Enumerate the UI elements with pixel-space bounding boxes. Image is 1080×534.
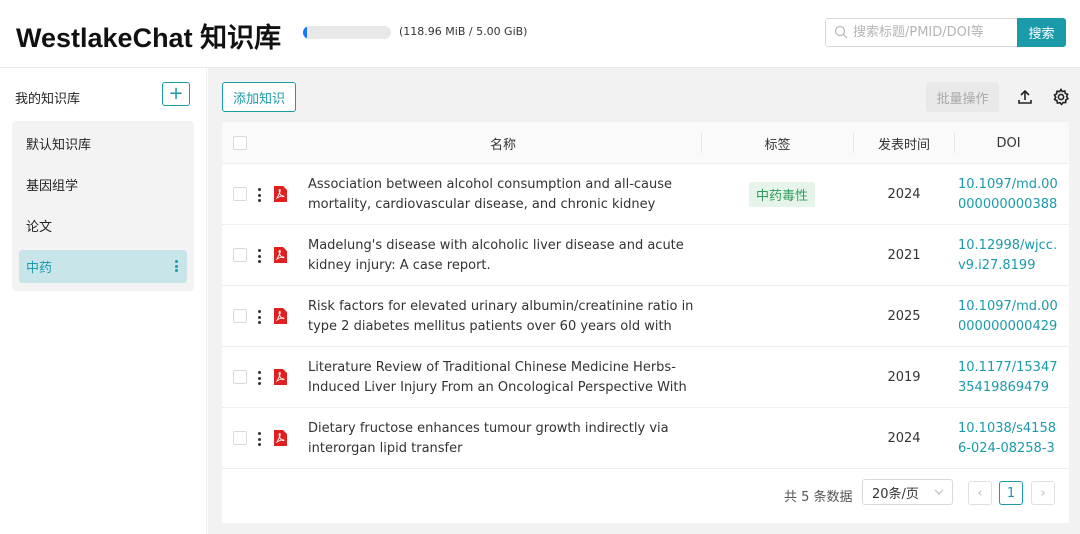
storage-progress-fill bbox=[303, 26, 307, 39]
row-checkbox[interactable] bbox=[233, 187, 247, 201]
row-year: 2024 bbox=[887, 187, 921, 202]
table-row[interactable]: Association between alcohol consumption … bbox=[222, 164, 1069, 225]
main-content: 添加知识 批量操作 名称 标签 发表时间 DOI Association bet… bbox=[208, 68, 1080, 534]
row-doi-link[interactable]: 10.1177/1534735419869479 bbox=[958, 358, 1062, 398]
pdf-icon bbox=[274, 430, 287, 446]
row-checkbox[interactable] bbox=[233, 431, 247, 445]
row-title[interactable]: Association between alcohol consumption … bbox=[308, 175, 698, 215]
row-title[interactable]: Literature Review of Traditional Chinese… bbox=[308, 358, 698, 398]
more-vertical-icon[interactable] bbox=[257, 188, 261, 202]
sidebar-item-papers[interactable]: 论文 bbox=[19, 209, 187, 242]
page-number-button[interactable]: 1 bbox=[999, 481, 1023, 505]
page-size-value: 20条/页 bbox=[872, 486, 919, 502]
add-knowledge-base-button[interactable]: + bbox=[162, 82, 190, 106]
select-all-checkbox[interactable] bbox=[233, 136, 247, 150]
sidebar-item-default[interactable]: 默认知识库 bbox=[19, 127, 187, 160]
sidebar-item-label: 基因组学 bbox=[26, 179, 79, 194]
search-box[interactable] bbox=[825, 18, 1018, 47]
more-vertical-icon[interactable] bbox=[174, 258, 178, 274]
gear-icon[interactable] bbox=[1051, 87, 1071, 107]
pdf-icon bbox=[274, 308, 287, 324]
sidebar-title: 我的知识库 bbox=[15, 92, 81, 107]
sidebar-item-label: 默认知识库 bbox=[26, 138, 92, 153]
pagination: 共 5 条数据 20条/页 ‹ 1 › bbox=[222, 478, 1069, 510]
column-header-date: 发表时间 bbox=[877, 137, 930, 153]
more-vertical-icon[interactable] bbox=[257, 432, 261, 446]
total-count-text: 共 5 条数据 bbox=[784, 490, 853, 505]
more-vertical-icon[interactable] bbox=[257, 310, 261, 324]
column-header-doi: DOI bbox=[996, 135, 1021, 151]
column-header-name: 名称 bbox=[489, 137, 516, 153]
search-input[interactable] bbox=[853, 22, 1013, 43]
row-doi-link[interactable]: 10.1097/md.0000000000042982 bbox=[958, 297, 1062, 337]
knowledge-table: 名称 标签 发表时间 DOI Association between alcoh… bbox=[222, 122, 1069, 523]
row-year: 2019 bbox=[887, 370, 921, 385]
storage-usage-text: (118.96 MiB / 5.00 GiB) bbox=[399, 25, 528, 38]
sidebar-item-tcm[interactable]: 中药 bbox=[19, 250, 187, 283]
search-icon bbox=[834, 25, 848, 39]
select-all-checkbox-cell bbox=[233, 122, 247, 164]
page-size-select[interactable]: 20条/页 bbox=[862, 479, 953, 505]
table-row[interactable]: Literature Review of Traditional Chinese… bbox=[222, 347, 1069, 408]
row-checkbox[interactable] bbox=[233, 309, 247, 323]
batch-operation-button[interactable]: 批量操作 bbox=[926, 82, 999, 112]
row-year: 2024 bbox=[887, 431, 921, 446]
row-title[interactable]: Madelung's disease with alcoholic liver … bbox=[308, 236, 698, 276]
row-doi-link[interactable]: 10.1038/s41586-024-08258-3 bbox=[958, 419, 1062, 459]
pdf-icon bbox=[274, 369, 287, 385]
chevron-down-icon bbox=[934, 489, 944, 495]
table-header: 名称 标签 发表时间 DOI bbox=[222, 122, 1069, 164]
row-tag: 中药毒性 bbox=[749, 182, 816, 207]
sidebar: 我的知识库 + 默认知识库 基因组学 论文 中药 bbox=[0, 68, 207, 534]
row-doi-link[interactable]: 10.1097/md.0000000000038857 bbox=[958, 175, 1062, 215]
app-title: WestlakeChat 知识库 bbox=[16, 23, 282, 53]
row-title[interactable]: Dietary fructose enhances tumour growth … bbox=[308, 419, 698, 459]
search-button[interactable]: 搜索 bbox=[1017, 18, 1066, 47]
next-page-button[interactable]: › bbox=[1031, 481, 1055, 505]
pdf-icon bbox=[274, 247, 287, 263]
table-row[interactable]: Risk factors for elevated urinary albumi… bbox=[222, 286, 1069, 347]
sidebar-item-label: 论文 bbox=[26, 220, 53, 235]
sidebar-item-label: 中药 bbox=[26, 261, 53, 276]
header: WestlakeChat 知识库 (118.96 MiB / 5.00 GiB)… bbox=[0, 0, 1080, 68]
sidebar-item-genomics[interactable]: 基因组学 bbox=[19, 168, 187, 201]
row-year: 2025 bbox=[887, 309, 921, 324]
pdf-icon bbox=[274, 186, 287, 202]
prev-page-button[interactable]: ‹ bbox=[968, 481, 992, 505]
knowledge-base-list: 默认知识库 基因组学 论文 中药 bbox=[12, 121, 194, 291]
row-title[interactable]: Risk factors for elevated urinary albumi… bbox=[308, 297, 698, 337]
row-doi-link[interactable]: 10.12998/wjcc.v9.i27.8199 bbox=[958, 236, 1062, 276]
table-row[interactable]: Madelung's disease with alcoholic liver … bbox=[222, 225, 1069, 286]
upload-icon[interactable] bbox=[1016, 88, 1034, 106]
table-row[interactable]: Dietary fructose enhances tumour growth … bbox=[222, 408, 1069, 469]
row-year: 2021 bbox=[887, 248, 921, 263]
add-knowledge-button[interactable]: 添加知识 bbox=[222, 82, 296, 112]
more-vertical-icon[interactable] bbox=[257, 371, 261, 385]
row-checkbox[interactable] bbox=[233, 248, 247, 262]
column-header-tag: 标签 bbox=[764, 137, 791, 153]
more-vertical-icon[interactable] bbox=[257, 249, 261, 263]
storage-progress-bar bbox=[303, 26, 391, 39]
row-checkbox[interactable] bbox=[233, 370, 247, 384]
